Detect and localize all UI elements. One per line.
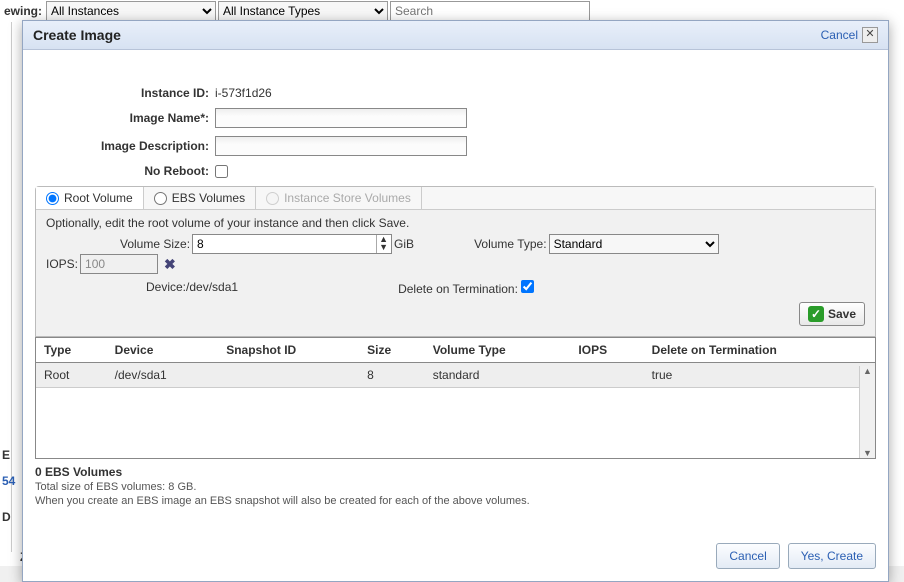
col-iops: IOPS xyxy=(570,338,643,363)
image-name-input[interactable] xyxy=(215,108,467,128)
tab-root-radio[interactable] xyxy=(46,192,59,205)
image-name-label: Image Name*: xyxy=(35,111,215,125)
volume-size-unit: GiB xyxy=(394,237,414,251)
tab-instance-store-radio xyxy=(266,192,279,205)
delete-on-termination-checkbox[interactable] xyxy=(521,280,534,293)
cancel-button[interactable]: Cancel xyxy=(716,543,779,569)
ebs-note: When you create an EBS image an EBS snap… xyxy=(35,495,876,507)
table-scrollbar[interactable]: ▲ ▼ xyxy=(859,366,875,458)
tab-root-label: Root Volume xyxy=(64,191,133,205)
bg-d: D xyxy=(2,510,11,524)
tab-instance-store: Instance Store Volumes xyxy=(256,187,422,209)
ebs-volumes-summary-title: 0 EBS Volumes xyxy=(35,465,876,479)
col-size: Size xyxy=(359,338,425,363)
device-value: /dev/sda1 xyxy=(186,280,238,294)
volume-type-select[interactable]: Standard xyxy=(549,234,719,254)
save-button[interactable]: ✓ Save xyxy=(799,302,865,326)
ebs-total-size: Total size of EBS volumes: 8 GB. xyxy=(35,481,876,493)
cell-size: 8 xyxy=(359,363,425,388)
volume-hint: Optionally, edit the root volume of your… xyxy=(46,216,865,230)
no-reboot-checkbox[interactable] xyxy=(215,165,228,178)
tab-ebs-label: EBS Volumes xyxy=(172,191,245,205)
cell-dot: true xyxy=(644,363,875,388)
iops-clear-icon[interactable]: ✖ xyxy=(164,256,176,273)
col-voltype: Volume Type xyxy=(425,338,571,363)
bg-ec: E xyxy=(2,448,10,462)
filter-instances-select[interactable]: All Instances xyxy=(46,1,216,21)
volume-size-label: Volume Size: xyxy=(120,237,190,251)
col-type: Type xyxy=(36,338,107,363)
save-button-label: Save xyxy=(828,307,856,321)
dialog-header: Create Image Cancel ✕ xyxy=(23,21,888,50)
viewing-label: ewing: xyxy=(4,4,42,18)
search-input[interactable] xyxy=(390,1,590,21)
scroll-up-icon[interactable]: ▲ xyxy=(863,366,872,376)
scroll-down-icon[interactable]: ▼ xyxy=(863,448,872,458)
instance-id-value: i-573f1d26 xyxy=(215,86,272,100)
image-description-input[interactable] xyxy=(215,136,467,156)
yes-create-button[interactable]: Yes, Create xyxy=(788,543,876,569)
volume-type-label: Volume Type: xyxy=(474,237,547,251)
check-icon: ✓ xyxy=(808,306,824,322)
volume-size-input[interactable] xyxy=(192,234,392,254)
volumes-table: Type Device Snapshot ID Size Volume Type… xyxy=(35,337,876,459)
instance-id-label: Instance ID: xyxy=(35,86,215,100)
header-cancel-link[interactable]: Cancel xyxy=(821,28,858,42)
col-snapshot: Snapshot ID xyxy=(218,338,359,363)
delete-on-termination-label: Delete on Termination: xyxy=(398,282,518,296)
col-dot: Delete on Termination xyxy=(644,338,875,363)
create-image-dialog: Create Image Cancel ✕ Instance ID: i-573… xyxy=(22,20,889,582)
tab-instance-store-label: Instance Store Volumes xyxy=(284,191,411,205)
bg-num: 54 xyxy=(2,474,15,488)
image-description-label: Image Description: xyxy=(35,139,215,153)
dialog-title: Create Image xyxy=(33,27,121,43)
cell-iops xyxy=(570,363,643,388)
table-header-row: Type Device Snapshot ID Size Volume Type… xyxy=(36,338,875,363)
device-label: Device: xyxy=(146,280,186,294)
left-edge xyxy=(0,22,12,552)
cell-type: Root xyxy=(36,363,107,388)
tab-ebs-volumes[interactable]: EBS Volumes xyxy=(144,187,256,209)
iops-input[interactable] xyxy=(80,254,158,274)
table-row[interactable]: Root /dev/sda1 8 standard true xyxy=(36,363,875,388)
cell-snapshot xyxy=(218,363,359,388)
filter-instance-types-select[interactable]: All Instance Types xyxy=(218,1,388,21)
cell-device: /dev/sda1 xyxy=(107,363,219,388)
volume-tabs: Root Volume EBS Volumes Instance Store V… xyxy=(36,187,875,209)
tab-root-volume[interactable]: Root Volume xyxy=(36,187,144,209)
cell-voltype: standard xyxy=(425,363,571,388)
close-icon[interactable]: ✕ xyxy=(862,27,878,43)
col-device: Device xyxy=(107,338,219,363)
iops-label: IOPS: xyxy=(46,257,78,271)
tab-ebs-radio[interactable] xyxy=(154,192,167,205)
no-reboot-label: No Reboot: xyxy=(35,164,215,178)
